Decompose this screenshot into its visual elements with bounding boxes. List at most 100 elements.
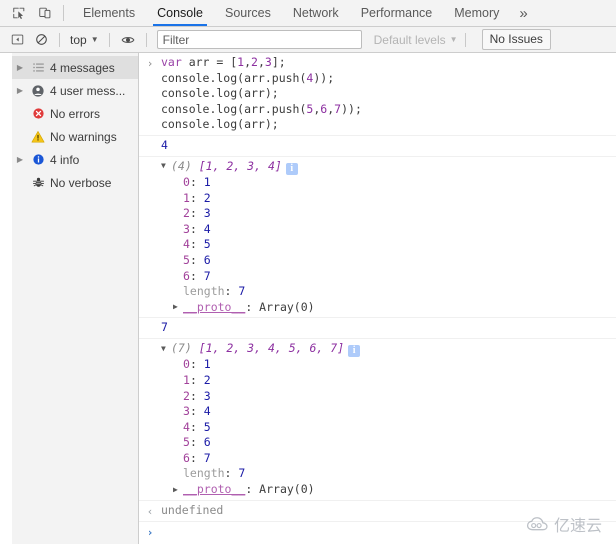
- array1-prop-4-key: 4: [183, 237, 190, 252]
- console-input-code: var arr = [1,2,3]; console.log(arr.push(…: [161, 55, 362, 132]
- log-levels-label: Default levels: [373, 32, 446, 47]
- array1-proto-key[interactable]: __proto__: [183, 300, 245, 314]
- issues-button[interactable]: No Issues: [481, 29, 551, 50]
- array1-length-key: length: [183, 284, 225, 299]
- undefined-value: undefined: [139, 503, 616, 519]
- array2-length-key: length: [183, 466, 225, 481]
- tab-console-label: Console: [157, 6, 203, 20]
- expand-triangle-icon[interactable]: ▶: [173, 303, 183, 311]
- array2-prop-4-key: 4: [183, 419, 190, 434]
- info-icon: [30, 153, 46, 166]
- array1-prop-2: 2: 3: [183, 206, 211, 221]
- array1-proto-value: Array(0): [259, 299, 315, 314]
- undefined-text: undefined: [161, 502, 224, 517]
- tab-console[interactable]: Console: [146, 0, 214, 26]
- console-log-message-push4[interactable]: 4: [139, 136, 616, 157]
- array1-length-prefix: (4): [171, 158, 192, 173]
- array1-prop-0: 0: 1: [183, 174, 211, 189]
- filter-input[interactable]: [156, 30, 362, 49]
- list-icon: [30, 61, 46, 74]
- toolbar-divider-2: [108, 32, 110, 47]
- device-toolbar-glyph: [39, 7, 51, 19]
- array2-prop-4-value: 5: [203, 419, 211, 434]
- array2-prop-5: 5: 6: [183, 435, 211, 450]
- array2-preview: [1, 2, 3, 4, 5, 6, 7]: [198, 341, 345, 356]
- tab-sources[interactable]: Sources: [214, 0, 282, 26]
- sidebar-item-messages-label: 4 messages: [50, 60, 115, 75]
- tab-network[interactable]: Network: [282, 0, 350, 26]
- expand-triangle-icon[interactable]: ▶: [14, 63, 26, 72]
- array1-prop-5-key: 5: [183, 252, 190, 267]
- array2-prop-6-value: 7: [203, 450, 211, 465]
- array2-length-prefix: (7): [171, 341, 192, 356]
- code-line-1-keyword: var: [161, 55, 182, 69]
- sidebar-item-errors[interactable]: No errors: [12, 102, 138, 125]
- output-marker-icon: ‹: [146, 504, 154, 518]
- inspect-element-glyph: [13, 7, 25, 20]
- sidebar-toggle-glyph: [11, 34, 23, 45]
- array2-proto-row[interactable]: ▶ __proto__: Array(0): [139, 482, 616, 498]
- prompt-caret-icon: ›: [146, 525, 154, 539]
- collapse-triangle-icon[interactable]: ▼: [161, 344, 171, 353]
- array2-prop-6: 6: 7: [183, 450, 211, 465]
- log-value-push4-number: 4: [161, 137, 168, 152]
- code-line-3: console.log(arr);: [161, 86, 279, 101]
- show-console-sidebar-icon[interactable]: [6, 30, 28, 50]
- array2-proto-key[interactable]: __proto__: [183, 482, 245, 496]
- live-expression-eye-icon[interactable]: [117, 30, 139, 50]
- list-glyph: [32, 63, 44, 72]
- error-glyph: [32, 108, 44, 119]
- sidebar-item-verbose-label: No verbose: [50, 175, 112, 190]
- array2-header[interactable]: ▼ (7) [1, 2, 3, 4, 5, 6, 7] i: [139, 341, 616, 358]
- console-log-message-array1[interactable]: ▼ (4) [1, 2, 3, 4] i 0: 1 1: 2 2: 3 3: 4 4…: [139, 157, 616, 319]
- array2-prop-2-key: 2: [183, 388, 190, 403]
- sidebar-item-warnings[interactable]: No warnings: [12, 125, 138, 148]
- sidebar-item-messages[interactable]: ▶ 4 messages: [12, 56, 138, 79]
- console-prompt-row[interactable]: ›: [139, 522, 616, 544]
- info-badge-icon[interactable]: i: [285, 162, 298, 175]
- more-tabs-chevron-icon[interactable]: »: [510, 0, 536, 26]
- array2-prop-6-key: 6: [183, 450, 190, 465]
- expand-triangle-icon[interactable]: ▶: [14, 155, 26, 164]
- array2-prop-3-key: 3: [183, 404, 190, 419]
- console-log-message-push567[interactable]: 7: [139, 318, 616, 340]
- warning-glyph: [31, 130, 45, 143]
- clear-console-icon[interactable]: [30, 30, 52, 50]
- sidebar-item-verbose[interactable]: No verbose: [12, 171, 138, 194]
- array1-proto-row[interactable]: ▶ __proto__: Array(0): [139, 300, 616, 316]
- sidebar-item-user-messages[interactable]: ▶ 4 user mess...: [12, 79, 138, 102]
- execution-context-selector[interactable]: top ▼: [67, 33, 102, 47]
- array1-prop-1-value: 2: [203, 190, 211, 205]
- expand-triangle-icon[interactable]: ▶: [173, 485, 183, 494]
- array1-prop-5-value: 6: [203, 252, 211, 267]
- tab-memory[interactable]: Memory: [443, 0, 510, 26]
- array1-header[interactable]: ▼ (4) [1, 2, 3, 4] i: [139, 159, 616, 175]
- info-badge-icon[interactable]: i: [348, 345, 361, 358]
- console-log-message-array2[interactable]: ▼ (7) [1, 2, 3, 4, 5, 6, 7] i 0: 1 1: 2 2:…: [139, 339, 616, 501]
- array2-prop-0-key: 0: [183, 357, 190, 372]
- console-result-undefined[interactable]: ‹ undefined: [139, 501, 616, 522]
- sidebar-item-user-messages-label: 4 user mess...: [50, 83, 126, 98]
- toolbar-divider-1: [59, 32, 60, 47]
- console-prompt-input[interactable]: [161, 525, 616, 540]
- sidebar-item-info[interactable]: ▶ 4 info: [12, 148, 138, 171]
- device-toolbar-icon[interactable]: [34, 3, 56, 23]
- tab-network-label: Network: [292, 6, 339, 20]
- inspect-element-icon[interactable]: [8, 3, 30, 23]
- console-input-message[interactable]: › var arr = [1,2,3]; console.log(arr.pus…: [139, 53, 616, 136]
- array1-prop-3-key: 3: [183, 221, 190, 236]
- array2-prop-3-value: 4: [203, 404, 211, 419]
- more-tabs-label: »: [519, 4, 528, 22]
- array2-length-row: length: 7: [183, 466, 246, 481]
- toolbar-divider-3: [145, 32, 147, 47]
- expand-triangle-icon[interactable]: ▶: [14, 86, 26, 95]
- console-output-area[interactable]: › var arr = [1,2,3]; console.log(arr.pus…: [139, 53, 616, 544]
- log-levels-selector[interactable]: Default levels ▼: [374, 33, 458, 47]
- bug-glyph: [32, 177, 44, 187]
- tab-performance[interactable]: Performance: [350, 0, 444, 26]
- tab-elements-label: Elements: [83, 6, 136, 20]
- tab-elements[interactable]: Elements: [72, 0, 146, 26]
- array1-prop-5: 5: 6: [183, 252, 211, 267]
- clear-console-glyph: [35, 34, 47, 45]
- collapse-triangle-icon[interactable]: ▼: [161, 162, 171, 170]
